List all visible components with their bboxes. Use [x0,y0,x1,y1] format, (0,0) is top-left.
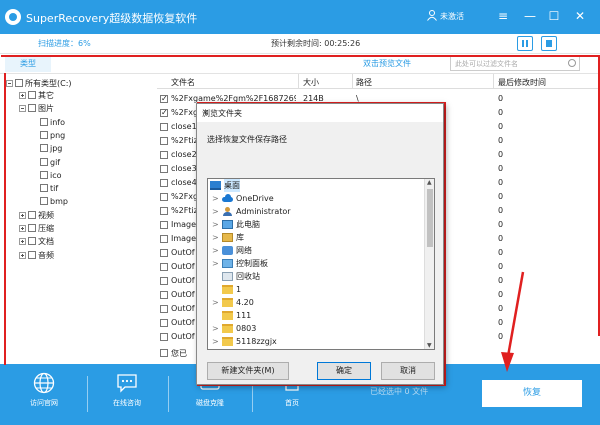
cloud-icon [222,194,233,203]
disk-clone-label: 磁盘克隆 [196,399,224,407]
folder-node-label: 桌面 [224,179,240,192]
folder-node-label: 控制面板 [236,259,268,268]
app-logo-icon [5,9,21,25]
folder-icon [222,337,233,346]
folder-node-label: 111 [236,311,252,320]
folder-node-label: 此电脑 [236,220,260,229]
user-status[interactable]: 未激活 [427,10,464,22]
folder-node[interactable]: > OneDrive [208,192,418,205]
time-remaining: 预计剩余时间: 00:25:26 [271,38,360,49]
ok-button[interactable]: 确定 [317,362,371,380]
folder-node[interactable]: >5118zzgjx [208,335,418,348]
folder-node[interactable]: > 控制面板 [208,257,418,270]
chevron-right-icon[interactable]: > [212,218,219,231]
dialog-close-icon[interactable]: ✕ [202,108,439,117]
folder-node[interactable]: > 库 [208,231,418,244]
online-consult-label: 在线咨询 [113,399,141,407]
folder-node-label: 网络 [236,246,252,255]
title-bar: SuperRecovery超级数据恢复软件 未激活 ≡ — ☐ ✕ [0,0,600,34]
folder-node-label: 4.20 [236,298,254,307]
app-title: SuperRecovery超级数据恢复软件 [26,12,198,25]
folder-icon [222,285,233,294]
close-button[interactable]: ✕ [572,9,588,23]
dialog-title-bar: 浏览文件夹 ✕ [197,104,443,122]
stop-button[interactable] [541,36,557,51]
scroll-thumb[interactable] [427,189,433,247]
folder-tree-scrollbar[interactable]: ▲ ▼ [424,179,434,349]
folder-node-label: 0803 [236,324,257,333]
folder-node-label: 回收站 [236,272,260,281]
folder-tree[interactable]: 桌面 > OneDrive > Administrator > 此电脑 > 库 > 网络 > 控制面板回… [207,178,435,350]
folder-node[interactable]: 111 [208,309,418,322]
home-label: 首页 [285,399,299,407]
select-all[interactable]: 您已 [160,348,187,359]
user-icon [427,10,437,21]
folder-node[interactable]: > Administrator [208,205,418,218]
folder-node[interactable]: > 此电脑 [208,218,418,231]
maximize-button[interactable]: ☐ [546,9,562,23]
folder-node-label: OneDrive [236,194,274,203]
bin-icon [222,272,233,281]
dialog-prompt: 选择恢复文件保存路径 [207,135,287,144]
scroll-up-icon[interactable]: ▲ [427,179,432,186]
time-remaining-value: 00:25:26 [324,39,361,48]
folder-node-label: 库 [236,233,244,242]
chevron-right-icon[interactable]: > [212,231,219,244]
folder-node-label: 5118zzgjx [236,337,277,346]
menu-button[interactable]: ≡ [495,9,511,23]
chevron-right-icon[interactable]: > [212,335,219,348]
chevron-right-icon[interactable]: > [212,257,219,270]
folder-node-label: 1 [236,285,242,294]
new-folder-button[interactable]: 新建文件夹(M) [207,362,289,380]
user-status-label: 未激活 [440,12,464,21]
globe-icon [33,372,55,394]
folder-node[interactable]: >4.20 [208,296,418,309]
ctrl-icon [222,259,233,268]
scroll-down-icon[interactable]: ▼ [427,342,432,349]
chevron-right-icon[interactable]: > [212,192,219,205]
select-all-checkbox[interactable] [160,349,168,357]
folder-icon [222,298,233,307]
chevron-right-icon[interactable]: > [212,244,219,257]
minimize-button[interactable]: — [522,9,538,23]
net-icon [222,246,233,255]
visit-website-button[interactable]: 访问官网 [14,372,74,408]
folder-icon [222,311,233,320]
browse-folder-dialog: 浏览文件夹 ✕ 选择恢复文件保存路径 桌面 > OneDrive > Administr… [196,103,444,385]
chevron-right-icon[interactable]: > [212,322,219,335]
select-all-label: 您已 [171,349,187,358]
pause-button[interactable] [517,36,533,51]
annotation-left-edge [0,73,6,365]
folder-node[interactable]: 1 [208,283,418,296]
folder-node[interactable]: > 网络 [208,244,418,257]
user-icon [222,207,233,216]
folder-node[interactable]: >0803 [208,322,418,335]
desktop-icon [210,181,221,190]
scan-progress: 扫描进度：6% [38,39,91,48]
lib-icon [222,233,233,242]
chevron-right-icon[interactable]: > [212,205,219,218]
chat-icon [117,374,137,393]
chevron-right-icon[interactable]: > [212,296,219,309]
pc-icon [222,220,233,229]
folder-node-label: Administrator [236,207,291,216]
online-consult-button[interactable]: 在线咨询 [97,372,157,408]
folder-icon [222,324,233,333]
cancel-button[interactable]: 取消 [381,362,435,380]
visit-website-label: 访问官网 [30,399,58,407]
scan-status-bar: 扫描进度：6% 预计剩余时间: 00:25:26 [0,34,600,54]
recover-button[interactable]: 恢复 [482,380,582,407]
folder-node[interactable]: 回收站 [208,270,418,283]
selection-info: 已经选中 0 文件 [370,387,429,396]
time-remaining-label: 预计剩余时间: [271,39,322,48]
